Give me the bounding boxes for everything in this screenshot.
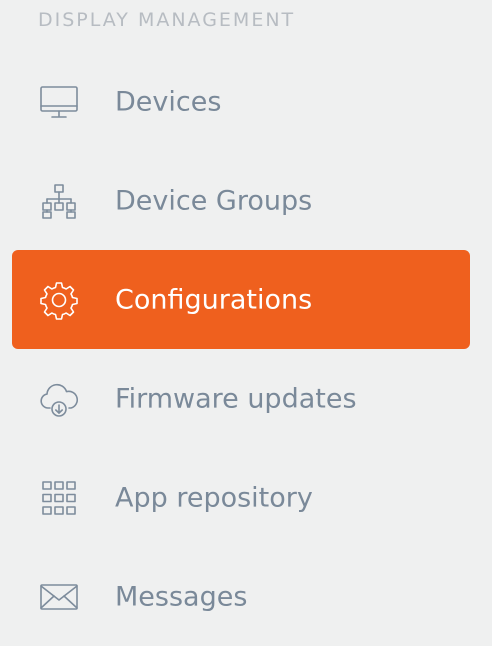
sidebar-item-configurations[interactable]: Configurations: [12, 250, 470, 349]
cloud-download-icon: [38, 378, 80, 420]
sidebar-item-label: Devices: [115, 86, 222, 117]
sidebar-nav: Devices Device Groups Configurations Fir…: [12, 52, 470, 646]
sidebar-item-label: App repository: [115, 482, 313, 513]
sidebar-item-app-repository[interactable]: App repository: [12, 448, 470, 547]
section-title: DISPLAY MANAGEMENT: [38, 9, 296, 31]
sidebar-item-label: Device Groups: [115, 185, 313, 216]
sidebar-item-firmware-updates[interactable]: Firmware updates: [12, 349, 470, 448]
sidebar-item-label: Configurations: [115, 284, 313, 315]
sidebar-item-label: Firmware updates: [115, 383, 357, 414]
sidebar-item-label: Messages: [115, 581, 248, 612]
gear-icon: [38, 279, 80, 321]
sidebar-item-devices[interactable]: Devices: [12, 52, 470, 151]
grid-icon: [38, 477, 80, 519]
envelope-icon: [38, 576, 80, 618]
sidebar-item-device-groups[interactable]: Device Groups: [12, 151, 470, 250]
sidebar-item-messages[interactable]: Messages: [12, 547, 470, 646]
monitor-icon: [38, 81, 80, 123]
hierarchy-icon: [38, 180, 80, 222]
